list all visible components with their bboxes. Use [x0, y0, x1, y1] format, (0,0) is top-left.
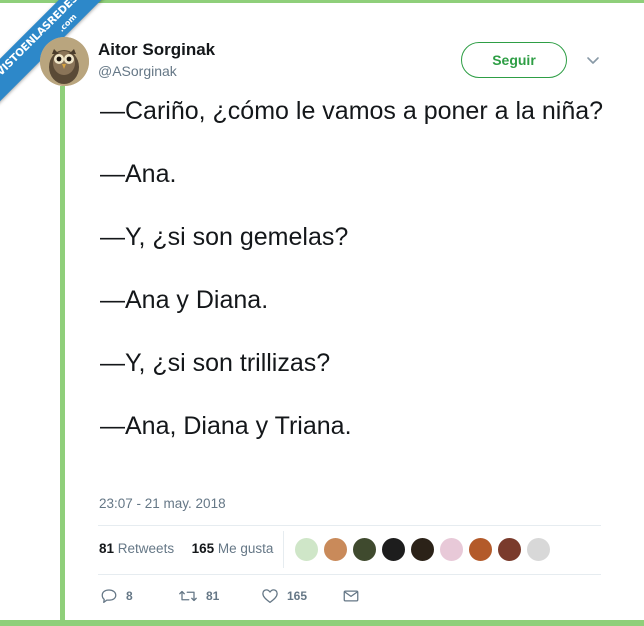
reply-count: 8 — [126, 589, 133, 603]
liker-avatar-3[interactable] — [352, 537, 377, 562]
tweet-line: —Y, ¿si son gemelas? — [100, 223, 349, 251]
likes-label[interactable]: Me gusta — [218, 541, 274, 556]
divider — [98, 525, 601, 526]
reply-icon — [101, 589, 117, 604]
avatar[interactable] — [40, 37, 89, 86]
author-name[interactable]: Aitor Sorginak — [98, 40, 215, 60]
liker-avatar-7[interactable] — [468, 537, 493, 562]
frame-bottom-border — [0, 620, 644, 626]
like-count: 165 — [287, 589, 308, 603]
liker-avatar-5[interactable] — [410, 537, 435, 562]
retweets-label[interactable]: Retweets — [118, 541, 174, 556]
retweet-button[interactable]: 81 — [178, 585, 219, 607]
direct-message-button[interactable] — [342, 585, 360, 607]
envelope-icon — [343, 590, 359, 602]
tweet-timestamp[interactable]: 23:07 - 21 may. 2018 — [99, 496, 226, 511]
liker-avatar-2[interactable] — [323, 537, 348, 562]
like-button[interactable]: 165 — [261, 585, 307, 607]
tweet-line: —Cariño, ¿cómo le vamos a poner a la niñ… — [100, 97, 604, 125]
liker-avatar-1[interactable] — [294, 537, 319, 562]
tweet-line: —Ana. — [100, 160, 177, 188]
avatar-owl-icon — [40, 37, 89, 86]
stats-separator — [283, 531, 284, 568]
tweet-line: —Ana, Diana y Triana. — [100, 412, 352, 440]
frame-left-border — [60, 86, 65, 626]
likes-count[interactable]: 165 — [192, 541, 215, 556]
tweet-line: —Y, ¿si son trillizas? — [100, 349, 331, 377]
follow-button[interactable]: Seguir — [461, 42, 567, 78]
liker-avatar-4[interactable] — [381, 537, 406, 562]
retweet-icon — [179, 590, 197, 602]
tweet-actions: 8 81 165 — [100, 585, 400, 607]
retweet-count: 81 — [206, 589, 220, 603]
retweets-count[interactable]: 81 — [99, 541, 114, 556]
divider — [98, 574, 601, 575]
reply-button[interactable]: 8 — [100, 585, 133, 607]
liker-avatar-6[interactable] — [439, 537, 464, 562]
tweet-text: —Cariño, ¿cómo le vamos a poner a la niñ… — [100, 96, 610, 442]
heart-icon — [262, 589, 278, 604]
liker-avatar-9[interactable] — [526, 537, 551, 562]
chevron-down-icon[interactable] — [585, 52, 601, 68]
tweet-stats: 81 Retweets 165 Me gusta — [99, 541, 273, 556]
liker-avatar-8[interactable] — [497, 537, 522, 562]
tweet-line: —Ana y Diana. — [100, 286, 269, 314]
author-handle[interactable]: @ASorginak — [98, 63, 177, 79]
